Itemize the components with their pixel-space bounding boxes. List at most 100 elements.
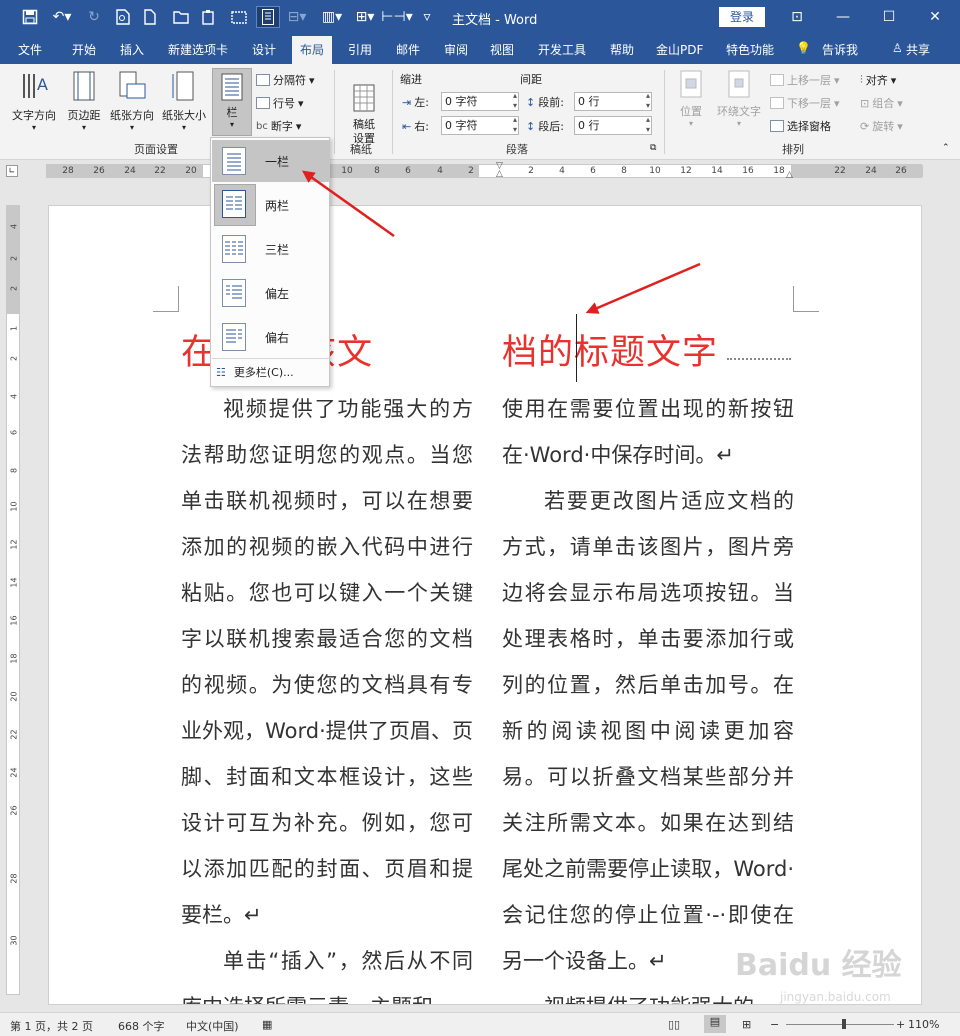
indent-right-input[interactable]: 0 字符 xyxy=(441,115,519,135)
language[interactable]: 中文(中国) xyxy=(186,1018,239,1034)
document-page[interactable]: 在 输入该文 档的标题文字 视频提供了功能强大的方法帮助您证明您的观点。当您单击… xyxy=(48,205,922,1005)
paper-size-button[interactable]: 纸张大小 ▾ xyxy=(158,70,210,132)
login-button[interactable]: 登录 xyxy=(719,7,765,27)
spacing-before-input[interactable]: 0 行 xyxy=(574,91,652,111)
tab-features[interactable]: 特色功能 xyxy=(726,41,774,58)
tab-layout[interactable]: 布局 xyxy=(292,36,333,64)
collapse-ribbon-icon[interactable]: ⌃ xyxy=(942,143,950,153)
menu-item-more-columns[interactable]: ☷ 更多栏(C)... xyxy=(216,364,294,380)
spacing-icon[interactable]: ⊢⊣▾ xyxy=(381,6,412,28)
web-layout-icon[interactable]: ⊞ xyxy=(742,1018,751,1031)
indent-left-icon: ⇥ xyxy=(402,95,412,109)
share-icon[interactable]: ♙ xyxy=(892,41,903,55)
word-count[interactable]: 668 个字 xyxy=(118,1018,165,1034)
menu-item-three-columns[interactable]: 三栏 xyxy=(212,228,329,270)
more-columns-label: 更多栏(C)... xyxy=(233,366,294,379)
right-indent-marker-icon[interactable]: △ xyxy=(786,170,793,180)
column-left[interactable]: 视频提供了功能强大的方法帮助您证明您的观点。当您单击联机视频时，可以在想要添加的… xyxy=(181,386,473,1004)
tab-kingsoft-pdf[interactable]: 金山PDF xyxy=(656,41,703,58)
ruler-tick: 12 xyxy=(9,539,19,550)
tab-file[interactable]: 文件 xyxy=(18,41,42,58)
tab-new[interactable]: 新建选项卡 xyxy=(168,41,228,58)
maximize-icon[interactable]: ☐ xyxy=(874,6,904,28)
tab-review[interactable]: 审阅 xyxy=(444,41,468,58)
tab-design[interactable]: 设计 xyxy=(252,41,276,58)
zoom-slider-thumb[interactable] xyxy=(842,1019,846,1029)
menu-item-right[interactable]: 偏右 xyxy=(212,316,329,358)
bring-forward-button: 上移一层 ▾ xyxy=(770,72,840,88)
open-folder-icon[interactable] xyxy=(170,6,192,28)
line-numbers-button[interactable]: 行号 ▾ xyxy=(256,95,304,111)
vertical-ruler[interactable]: 4 2 2 1 2 4 6 8 10 12 14 16 18 20 22 24 … xyxy=(6,205,20,995)
margins-label: 页边距 xyxy=(67,109,101,122)
undo-icon[interactable]: ↶▾ xyxy=(48,6,76,28)
right-column-icon xyxy=(222,323,246,351)
position-icon xyxy=(680,70,702,98)
horizontal-ruler[interactable]: ∟ 28 26 24 22 20 10 8 6 4 2 2 4 6 8 10 1… xyxy=(0,160,960,182)
columns-quick-icon[interactable] xyxy=(256,6,280,28)
print-preview-icon[interactable] xyxy=(112,6,134,28)
tab-developer[interactable]: 开发工具 xyxy=(538,41,586,58)
tab-home[interactable]: 开始 xyxy=(72,41,96,58)
status-bar: 第 1 页，共 2 页 668 个字 中文(中国) ▦ ▯▯ ▤ ⊞ − + 1… xyxy=(0,1012,960,1036)
hyphenation-icon: bc xyxy=(256,120,268,132)
tell-me-icon[interactable]: 💡 xyxy=(796,41,811,55)
bring-forward-icon xyxy=(770,74,784,86)
tab-references[interactable]: 引用 xyxy=(348,41,372,58)
ribbon-display-options-icon[interactable]: ⊡ xyxy=(782,6,812,28)
tab-help[interactable]: 帮助 xyxy=(610,41,634,58)
spacing-after-input[interactable]: 0 行 xyxy=(574,115,652,135)
ruler-tick: 2 xyxy=(9,285,19,292)
columns-button[interactable]: 栏 ▾ xyxy=(212,68,252,136)
screenshot-icon[interactable] xyxy=(228,6,250,28)
print-layout-icon[interactable]: ▤ xyxy=(704,1015,726,1033)
tab-share[interactable]: 共享 xyxy=(906,41,930,58)
customize-toolbar-icon[interactable]: ▿ xyxy=(418,6,436,28)
menu-item-one-column[interactable]: 一栏 xyxy=(212,140,329,182)
hyphenation-button[interactable]: bc 断字 ▾ xyxy=(256,118,301,134)
tab-view[interactable]: 视图 xyxy=(490,41,514,58)
read-mode-icon[interactable]: ▯▯ xyxy=(668,1018,680,1031)
ruler-tick: 4 xyxy=(9,393,19,400)
ruler-tick: 26 xyxy=(9,805,19,816)
ruler-tick: 2 xyxy=(9,355,19,362)
zoom-slider[interactable] xyxy=(786,1019,894,1029)
spacing-after-icon: ↕ xyxy=(526,119,536,133)
send-backward-label: 下移一层 xyxy=(787,97,831,110)
selection-pane-button[interactable]: 选择窗格 xyxy=(770,118,831,134)
tab-selector-icon[interactable]: ∟ xyxy=(6,165,18,177)
indent-marker-icon[interactable]: ▽ △ xyxy=(496,162,503,179)
indent-right-icon: ⇤ xyxy=(402,119,412,133)
save-icon[interactable] xyxy=(18,6,42,28)
indent-left-input[interactable]: 0 字符 xyxy=(441,91,519,111)
tab-mailings[interactable]: 邮件 xyxy=(396,41,420,58)
text-direction-button[interactable]: A 文字方向 ▾ xyxy=(8,70,60,132)
new-document-icon[interactable] xyxy=(140,6,160,28)
align-button[interactable]: ⫶ 对齐 ▾ xyxy=(860,72,896,88)
zoom-level[interactable]: 110% xyxy=(908,1018,939,1031)
menu-item-two-columns[interactable]: 两栏 xyxy=(212,184,329,226)
menu-item-left[interactable]: 偏左 xyxy=(212,272,329,314)
layout-icon[interactable]: ▥▾ xyxy=(318,6,346,28)
text-direction-label: 文字方向 xyxy=(12,109,56,122)
column-right[interactable]: 使用在需要位置出现的新按钮在·Word·中保存时间。↵ 若要更改图片适应文档的方… xyxy=(502,386,794,1004)
paragraph-dialog-launcher-icon[interactable]: ⧉ xyxy=(650,143,656,153)
zoom-out-icon[interactable]: − xyxy=(770,1018,779,1031)
margins-button[interactable]: 页边距 ▾ xyxy=(62,70,106,132)
paragraph: 视频提供了功能强大的方法帮助您证明您的观点。当您单击联机视频时，可以在想要添加的… xyxy=(181,397,473,927)
tab-insert[interactable]: 插入 xyxy=(120,41,144,58)
page-count[interactable]: 第 1 页，共 2 页 xyxy=(10,1018,93,1034)
paste-icon[interactable] xyxy=(198,6,220,28)
orientation-button[interactable]: 纸张方向 ▾ xyxy=(106,70,158,132)
macro-record-icon[interactable]: ▦ xyxy=(262,1018,272,1031)
minimize-icon[interactable]: — xyxy=(828,6,858,28)
ruler-tick: 8 xyxy=(621,166,627,176)
page-break-icon[interactable]: ⊞▾ xyxy=(350,6,380,28)
tab-tell-me[interactable]: 告诉我 xyxy=(822,41,858,58)
breaks-button[interactable]: 分隔符 ▾ xyxy=(256,72,315,88)
document-title: 主文档 - Word xyxy=(452,13,538,28)
wrap-text-label: 环绕文字 xyxy=(717,105,761,118)
heading-right: 档的标题文字 xyxy=(502,333,719,373)
close-icon[interactable]: ✕ xyxy=(920,6,950,28)
zoom-in-icon[interactable]: + xyxy=(896,1018,905,1031)
